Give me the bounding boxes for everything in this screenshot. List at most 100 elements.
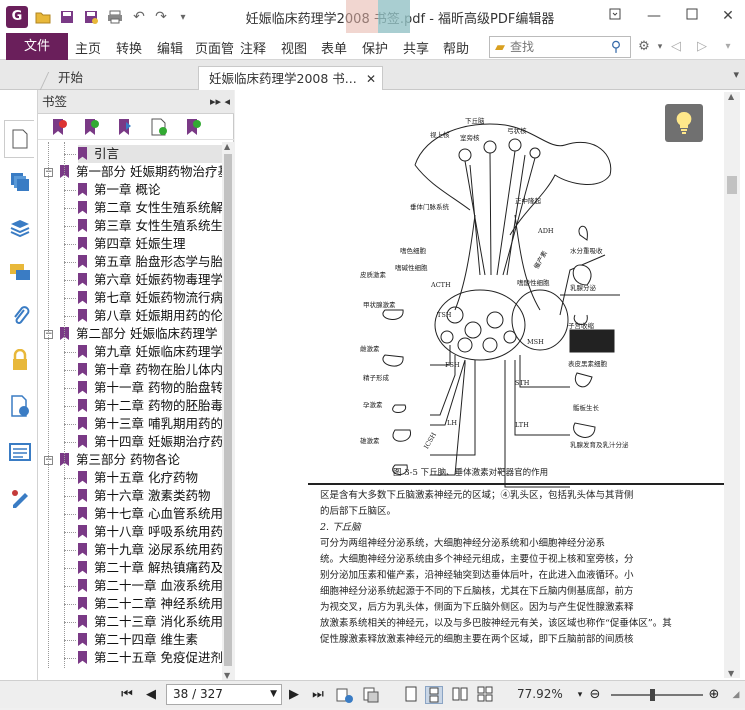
bookmark-item[interactable]: 第四章 妊娠生理 — [78, 235, 222, 253]
bookmarks-page-icon[interactable] — [4, 120, 34, 158]
bookmark-item[interactable]: 第九章 妊娠临床药理学 — [78, 343, 222, 361]
document-properties-icon[interactable] — [8, 394, 32, 418]
bookmark-item[interactable]: 第一部分 妊娠期药物治疗基 — [60, 163, 222, 181]
customize-dropdown-icon[interactable]: ▾ — [174, 8, 192, 26]
search-input[interactable] — [510, 40, 605, 54]
bookmark-item[interactable]: 第二部分 妊娠临床药理学 — [60, 325, 222, 343]
search-folder-icon[interactable]: ▰ — [490, 40, 510, 55]
menu-home[interactable]: 主页 — [75, 38, 101, 57]
menu-convert[interactable]: 转换 — [116, 38, 142, 57]
save-icon[interactable] — [58, 8, 76, 26]
continuous-facing-view-icon[interactable] — [476, 686, 494, 704]
open-folder-icon[interactable] — [34, 8, 52, 26]
restore-ribbon-icon[interactable] — [603, 4, 627, 28]
add-bookmark-icon[interactable] — [82, 118, 100, 136]
bookmark-item[interactable]: 引言 — [78, 145, 222, 163]
bookmark-item[interactable]: 第二章 女性生殖系统解 — [78, 199, 222, 217]
save-as-icon[interactable] — [82, 8, 100, 26]
tab-start[interactable]: 开始 — [48, 66, 198, 90]
nav-back-icon[interactable]: ◁ — [667, 38, 685, 56]
menu-page-manage[interactable]: 页面管 — [195, 38, 237, 57]
find-bookmark-icon[interactable] — [184, 118, 202, 136]
maximize-icon[interactable] — [680, 4, 704, 28]
bookmark-item[interactable]: 第十章 药物在胎儿体内 — [78, 361, 222, 379]
single-page-view-icon[interactable] — [402, 686, 420, 704]
new-page-bookmark-icon[interactable] — [150, 118, 168, 136]
comments-icon[interactable] — [8, 260, 32, 284]
content-list-icon[interactable] — [8, 440, 32, 464]
file-menu-button[interactable]: 文件 — [6, 33, 68, 60]
menu-form[interactable]: 表单 — [321, 38, 347, 57]
app-logo-icon[interactable]: G — [6, 6, 28, 28]
zoom-in-icon[interactable]: ⊕ — [705, 686, 723, 704]
menu-edit[interactable]: 编辑 — [157, 38, 183, 57]
extract-page-icon[interactable] — [362, 686, 380, 704]
bookmark-item[interactable]: 第二十章 解热镇痛药及 — [78, 559, 222, 577]
next-page-icon[interactable]: ▶ — [285, 686, 303, 704]
delete-bookmark-icon[interactable] — [50, 118, 68, 136]
document-scroll-thumb[interactable] — [727, 176, 737, 194]
page-number-field[interactable]: 38 / 327 ▼ — [166, 684, 282, 705]
previous-page-icon[interactable]: ◀ — [142, 686, 160, 704]
bookmark-item[interactable]: 第二十二章 神经系统用 — [78, 595, 222, 613]
tab-document[interactable]: 妊娠临床药理学2008 书... ✕ — [198, 66, 383, 90]
bookmark-item[interactable]: 第一章 概论 — [78, 181, 222, 199]
zoom-out-icon[interactable]: ⊖ — [586, 686, 604, 704]
bookmark-item[interactable]: 第三章 女性生殖系统生 — [78, 217, 222, 235]
attachments-icon[interactable] — [8, 304, 32, 328]
thumbnails-icon[interactable] — [8, 170, 32, 194]
bookmark-item[interactable]: 第三部分 药物各论 — [60, 451, 222, 469]
menu-comment[interactable]: 注释 — [240, 38, 266, 57]
menu-protect[interactable]: 保护 — [362, 38, 388, 57]
bookmarks-scroll-thumb[interactable] — [224, 154, 232, 666]
panel-collapse-icon[interactable]: ▸▸ ◂ — [210, 90, 230, 114]
tab-list-dropdown-icon[interactable]: ▾ — [733, 68, 739, 81]
menu-share[interactable]: 共享 — [403, 38, 429, 57]
bookmark-item[interactable]: 第七章 妊娠药物流行病 — [78, 289, 222, 307]
minimize-icon[interactable]: — — [642, 4, 666, 28]
bookmark-item[interactable]: 第六章 妊娠药物毒理学 — [78, 271, 222, 289]
bookmark-item[interactable]: 第二十三章 消化系统用 — [78, 613, 222, 631]
nav-forward-icon[interactable]: ▷ — [693, 38, 711, 56]
lightbulb-tip-icon[interactable] — [665, 104, 703, 142]
bookmark-item[interactable]: 第十一章 药物的胎盘转 — [78, 379, 222, 397]
menu-view[interactable]: 视图 — [281, 38, 307, 57]
search-icon[interactable]: ⚲ — [605, 39, 627, 55]
page-dropdown-icon[interactable]: ▼ — [270, 685, 277, 704]
security-lock-icon[interactable] — [8, 348, 32, 372]
continuous-view-icon[interactable] — [425, 686, 443, 704]
add-page-icon[interactable] — [336, 686, 354, 704]
bookmark-item[interactable]: 第十五章 化疗药物 — [78, 469, 222, 487]
bookmark-item[interactable]: 第十八章 呼吸系统用药 — [78, 523, 222, 541]
facing-view-icon[interactable] — [451, 686, 469, 704]
bookmark-item[interactable]: 第十三章 哺乳期用药的 — [78, 415, 222, 433]
bookmark-label: 第八章 妊娠期用药的伦 — [94, 308, 222, 323]
bookmark-item[interactable]: 第十九章 泌尿系统用药 — [78, 541, 222, 559]
bookmark-item[interactable]: 第二十一章 血液系统用 — [78, 577, 222, 595]
zoom-slider[interactable] — [611, 689, 703, 701]
bookmark-item[interactable]: 第十二章 药物的胚胎毒 — [78, 397, 222, 415]
document-scrollbar[interactable]: ▲ ▼ — [724, 92, 740, 678]
print-icon[interactable] — [106, 8, 124, 26]
close-icon[interactable]: ✕ — [716, 4, 740, 28]
bookmark-item[interactable]: 第十七章 心血管系统用 — [78, 505, 222, 523]
bookmarks-scrollbar[interactable]: ▲ ▼ — [222, 142, 234, 680]
nav-dropdown-icon[interactable]: ▾ — [719, 38, 737, 56]
layers-icon[interactable] — [8, 216, 32, 240]
tab-close-icon[interactable]: ✕ — [366, 67, 376, 91]
undo-icon[interactable]: ↶ — [130, 8, 148, 26]
last-page-icon[interactable]: ⏭ — [309, 686, 327, 704]
expand-bookmark-icon[interactable] — [116, 118, 134, 136]
first-page-icon[interactable]: ⏮ — [118, 686, 136, 704]
menu-help[interactable]: 帮助 — [443, 38, 469, 57]
bookmark-item[interactable]: 第八章 妊娠期用药的伦 — [78, 307, 222, 325]
bookmark-item[interactable]: 第五章 胎盘形态学与胎 — [78, 253, 222, 271]
redo-icon[interactable]: ↷ — [152, 8, 170, 26]
signature-icon[interactable] — [8, 486, 32, 510]
bookmark-item[interactable]: 第十六章 激素类药物 — [78, 487, 222, 505]
bookmark-item[interactable]: 第二十五章 免疫促进剂 — [78, 649, 222, 667]
bookmark-item[interactable]: 第十四章 妊娠期治疗药 — [78, 433, 222, 451]
bookmark-icon — [78, 291, 87, 304]
bookmark-item[interactable]: 第二十四章 维生素 — [78, 631, 222, 649]
zoom-slider-knob[interactable] — [650, 689, 656, 701]
